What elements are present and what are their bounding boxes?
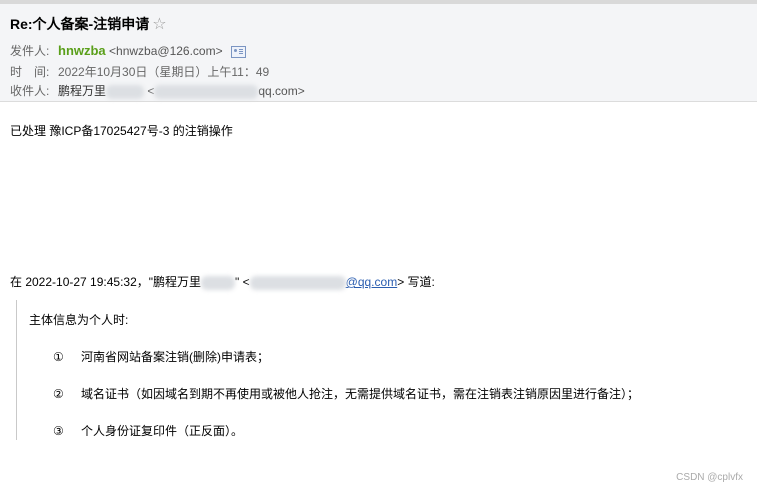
sender-email[interactable]: <hnwzba@126.com> bbox=[109, 44, 223, 58]
list-item-number: ① bbox=[53, 350, 64, 364]
list-item-text: 域名证书（如因域名到期不再使用或被他人抢注，无需提供域名证书，需在注销表注销原因… bbox=[81, 387, 640, 401]
recipient-name[interactable]: 鹏程万里 bbox=[58, 84, 106, 98]
quote-mark: " bbox=[235, 275, 240, 289]
quoted-message: 主体信息为个人时: ① 河南省网站备案注销(删除)申请表； ② 域名证书（如因域名到… bbox=[16, 300, 737, 440]
quote-prefix: 在 2022-10-27 19:45:32，"鹏程万里 bbox=[10, 275, 202, 289]
subject-text: Re:个人备案-注销申请 bbox=[10, 16, 150, 32]
list-item-number: ② bbox=[53, 387, 64, 401]
quote-email-link[interactable]: @qq.com bbox=[346, 275, 398, 289]
redacted-name bbox=[106, 84, 145, 99]
from-row: 发件人: hnwzba <hnwzba@126.com> bbox=[10, 42, 246, 59]
redacted-email bbox=[154, 84, 259, 99]
quote-header: 在 2022-10-27 19:45:32，"鹏程万里 " < @qq.com> 写… bbox=[10, 273, 435, 290]
to-row: 收件人: 鹏程万里 < qq.com> bbox=[10, 82, 305, 99]
mail-header: Re:个人备案-注销申请 ☆ 发件人: hnwzba <hnwzba@126.com… bbox=[0, 4, 757, 102]
from-label: 发件人: bbox=[10, 44, 50, 58]
time-value: 2022年10月30日（星期日）上午11：49 bbox=[58, 65, 270, 79]
star-icon[interactable]: ☆ bbox=[152, 16, 166, 33]
list-item: ② 域名证书（如因域名到期不再使用或被他人抢注，无需提供域名证书，需在注销表注销原… bbox=[53, 385, 639, 402]
quote-intro: 主体信息为个人时: bbox=[29, 313, 129, 327]
redacted-quote-email bbox=[249, 275, 346, 290]
redacted-quote-name bbox=[201, 275, 236, 290]
sender-name[interactable]: hnwzba bbox=[58, 43, 106, 58]
contact-card-icon[interactable] bbox=[230, 45, 246, 58]
watermark: CSDN @cplvfx bbox=[676, 472, 743, 483]
list-item-number: ③ bbox=[53, 424, 64, 438]
quote-email-open: < bbox=[242, 275, 250, 289]
quote-suffix: > 写道: bbox=[397, 275, 435, 289]
to-label: 收件人: bbox=[10, 84, 50, 98]
mail-subject: Re:个人备案-注销申请 ☆ bbox=[10, 14, 167, 34]
time-label: 时 间: bbox=[10, 65, 50, 79]
time-row: 时 间: 2022年10月30日（星期日）上午11：49 bbox=[10, 63, 269, 80]
list-item: ① 河南省网站备案注销(删除)申请表； bbox=[53, 348, 269, 365]
recipient-email-tail[interactable]: qq.com> bbox=[258, 84, 304, 98]
list-item-text: 个人身份证复印件（正反面）。 bbox=[81, 424, 244, 438]
list-item-text: 河南省网站备案注销(删除)申请表； bbox=[81, 350, 269, 364]
list-item: ③ 个人身份证复印件（正反面）。 bbox=[53, 422, 243, 439]
recipient-email-open: < bbox=[147, 84, 155, 98]
message-body: 已处理 豫ICP备17025427号-3 的注销操作 bbox=[10, 124, 233, 138]
